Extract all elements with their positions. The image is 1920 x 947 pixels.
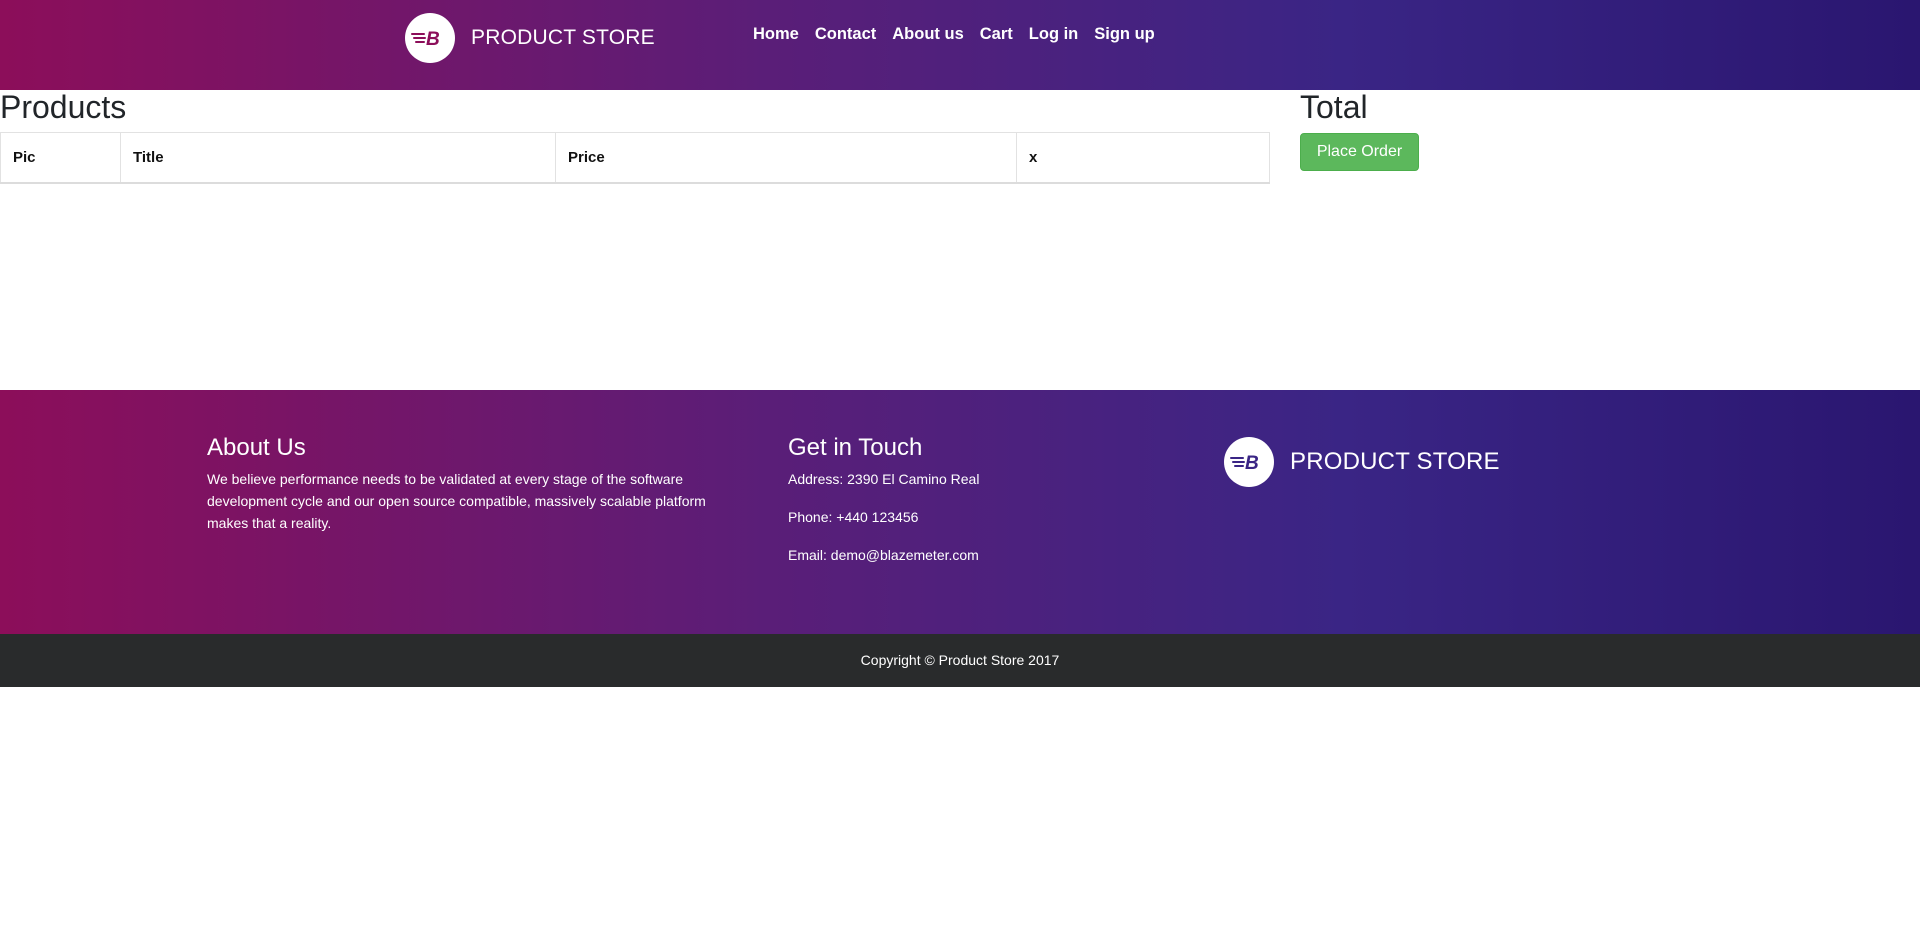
brand-link[interactable]: B PRODUCT STORE xyxy=(405,13,655,63)
table-header-row: Pic Title Price x xyxy=(0,132,1270,184)
place-order-button[interactable]: Place Order xyxy=(1300,133,1419,171)
nav-sign-up[interactable]: Sign up xyxy=(1094,25,1155,44)
nav-home[interactable]: Home xyxy=(753,25,799,44)
get-in-touch-section: Get in Touch Address: 2390 El Camino Rea… xyxy=(788,434,979,568)
column-header-title: Title xyxy=(120,132,556,184)
footer-brand-name: PRODUCT STORE xyxy=(1290,448,1500,475)
brand-name: PRODUCT STORE xyxy=(471,26,655,49)
cart-table: Pic Title Price x xyxy=(0,132,1270,184)
navbar: B PRODUCT STORE Home Contact About us Ca… xyxy=(0,0,1920,90)
blazemeter-logo-icon: B xyxy=(405,13,455,63)
blazemeter-logo-icon: B xyxy=(1224,437,1274,487)
nav-menu: Home Contact About us Cart Log in Sign u… xyxy=(753,25,1155,44)
total-heading: Total xyxy=(1300,89,1368,125)
footer-brand: B PRODUCT STORE xyxy=(1224,437,1500,487)
nav-log-in[interactable]: Log in xyxy=(1029,25,1078,44)
svg-text:B: B xyxy=(426,29,440,50)
contact-phone: Phone: +440 123456 xyxy=(788,509,919,525)
copyright-text: Copyright © Product Store 2017 xyxy=(860,652,1060,668)
contact-email: Email: demo@blazemeter.com xyxy=(788,547,979,563)
nav-cart[interactable]: Cart xyxy=(980,25,1013,44)
nav-about-us[interactable]: About us xyxy=(892,25,964,44)
svg-text:B: B xyxy=(1245,453,1259,474)
copyright-bar: Copyright © Product Store 2017 xyxy=(0,634,1920,687)
column-header-pic: Pic xyxy=(0,132,121,184)
about-us-heading: About Us xyxy=(207,434,306,461)
get-in-touch-heading: Get in Touch xyxy=(788,434,923,461)
contact-address: Address: 2390 El Camino Real xyxy=(788,471,980,487)
column-header-delete: x xyxy=(1016,132,1270,184)
about-us-text: We believe performance needs to be valid… xyxy=(207,471,706,531)
footer: About Us We believe performance needs to… xyxy=(0,390,1920,634)
column-header-price: Price xyxy=(555,132,1017,184)
nav-contact[interactable]: Contact xyxy=(815,25,876,44)
about-us-section: About Us We believe performance needs to… xyxy=(207,434,737,534)
products-heading: Products xyxy=(0,89,127,125)
